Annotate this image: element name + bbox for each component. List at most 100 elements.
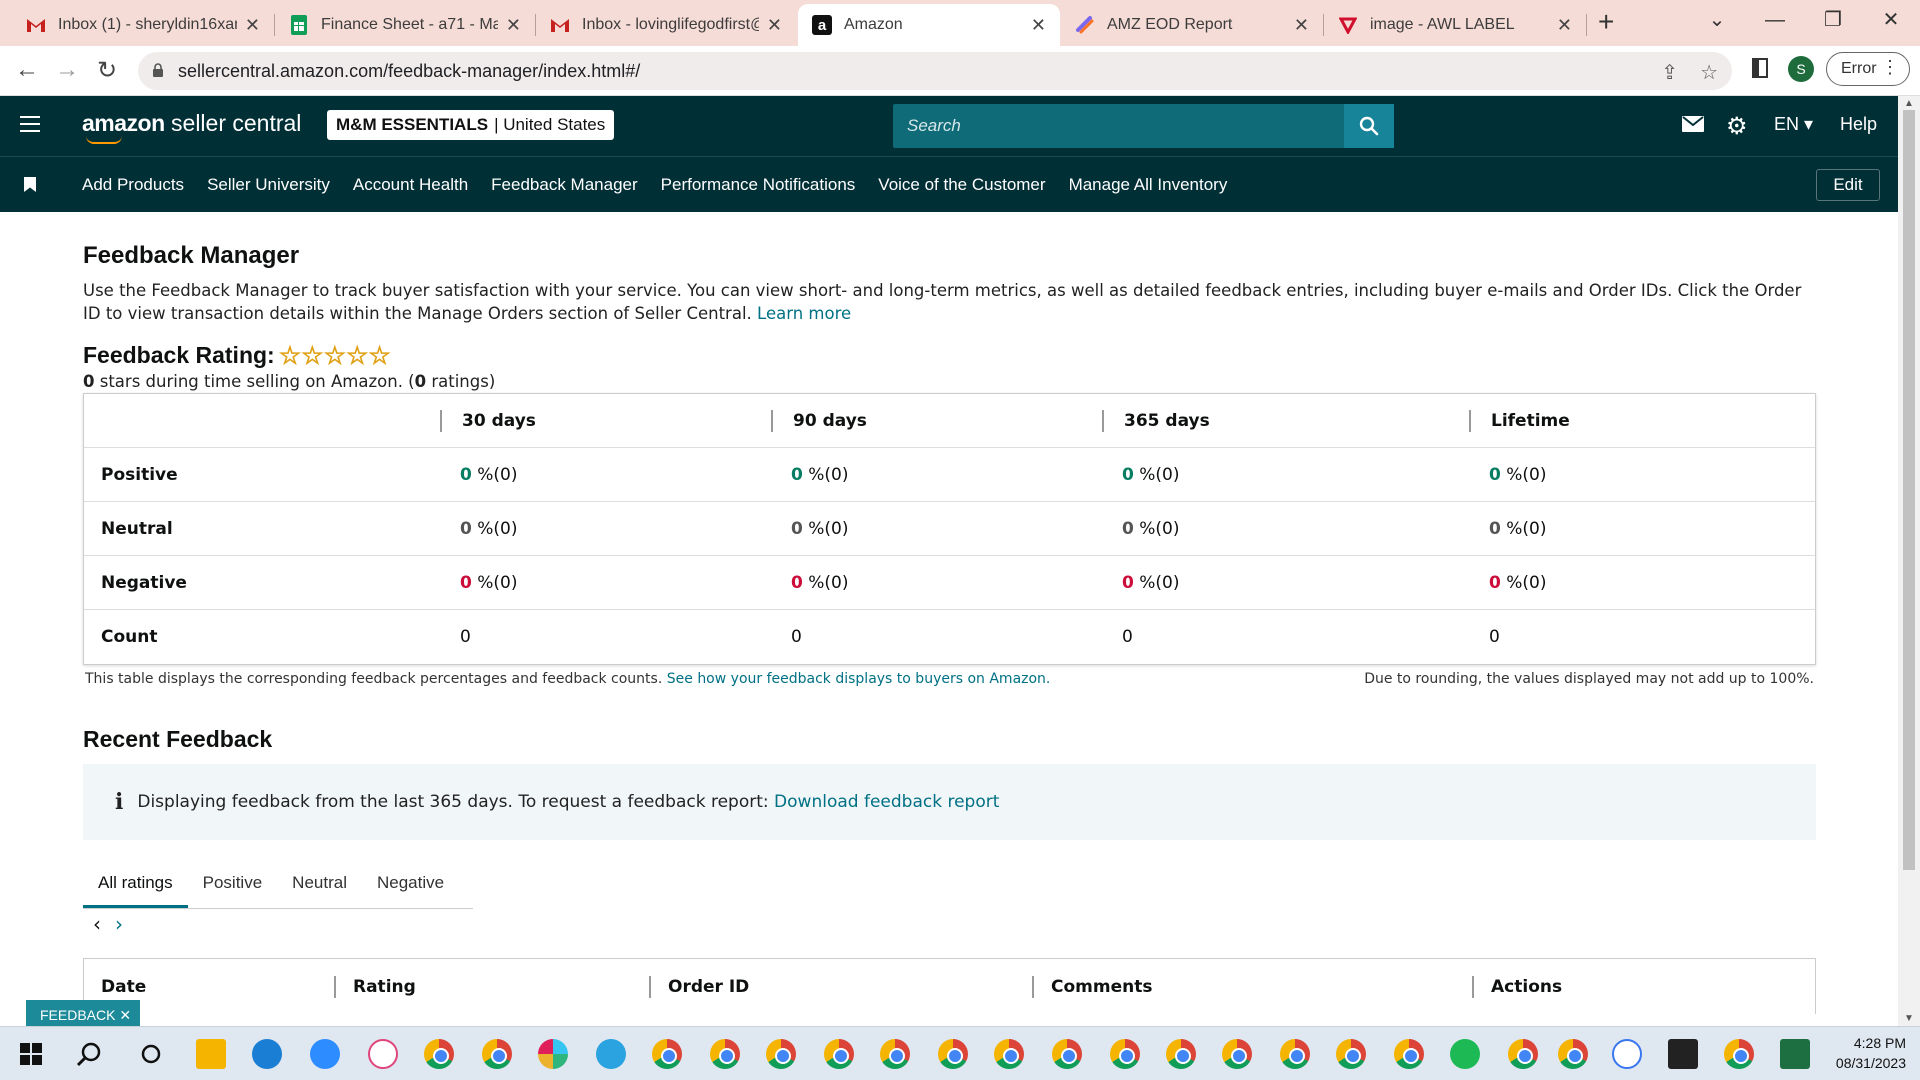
reload-icon[interactable]: ↻: [92, 56, 122, 85]
more-menu-icon[interactable]: ⋮: [1881, 57, 1899, 78]
browser-tab-amazon[interactable]: a Amazon ✕: [798, 4, 1060, 46]
chrome-icon[interactable]: [766, 1039, 796, 1069]
chrome-icon[interactable]: [1052, 1039, 1082, 1069]
windows-taskbar: 4:28 PM 08/31/2023: [0, 1026, 1920, 1080]
url-bar[interactable]: sellercentral.amazon.com/feedback-manage…: [138, 52, 1732, 90]
snipping-tool-icon[interactable]: [368, 1039, 398, 1069]
gear-icon[interactable]: ⚙: [1726, 112, 1748, 141]
chrome-icon[interactable]: [652, 1039, 682, 1069]
close-icon[interactable]: ✕: [506, 15, 521, 36]
nav-performance-notifications[interactable]: Performance Notifications: [661, 175, 856, 195]
close-icon[interactable]: ✕: [1557, 15, 1572, 36]
chrome-icon[interactable]: [482, 1039, 512, 1069]
bookmark-star-icon[interactable]: ☆: [1700, 60, 1718, 85]
page-description: Use the Feedback Manager to track buyer …: [83, 281, 1802, 323]
nav-manage-inventory[interactable]: Manage All Inventory: [1069, 175, 1228, 195]
search-button[interactable]: [1344, 104, 1394, 148]
system-clock[interactable]: 4:28 PM 08/31/2023: [1836, 1033, 1906, 1073]
close-icon[interactable]: ✕: [1294, 15, 1309, 36]
language-selector[interactable]: EN ▾: [1774, 114, 1813, 135]
new-tab-button[interactable]: +: [1598, 6, 1614, 38]
store-selector[interactable]: M&M ESSENTIALS | United States: [327, 110, 615, 140]
mail-icon[interactable]: [1682, 116, 1704, 137]
chrome-icon[interactable]: [1110, 1039, 1140, 1069]
scroll-down-icon[interactable]: ▼: [1904, 1013, 1914, 1024]
download-report-link[interactable]: Download feedback report: [774, 792, 999, 812]
excel-icon[interactable]: [1780, 1039, 1810, 1069]
browser-tab-awl-label[interactable]: image - AWL LABEL ✕: [1324, 4, 1586, 46]
scrollbar-thumb[interactable]: [1903, 110, 1915, 870]
window-close-icon[interactable]: ✕: [1862, 0, 1920, 40]
spotify-icon[interactable]: [1450, 1039, 1480, 1069]
chrome-icon[interactable]: [1558, 1039, 1588, 1069]
chrome-icon[interactable]: [1724, 1039, 1754, 1069]
minimize-icon[interactable]: —: [1746, 0, 1804, 40]
learn-more-link[interactable]: Learn more: [757, 304, 851, 323]
browser-tab-gmail-1[interactable]: Inbox (1) - sheryldin16xama ✕: [12, 4, 274, 46]
close-icon[interactable]: ✕: [119, 1007, 131, 1024]
chrome-icon[interactable]: [994, 1039, 1024, 1069]
search-icon[interactable]: [76, 1041, 102, 1067]
column-header-order-id: Order ID: [649, 975, 1032, 998]
browser-tab-finance-sheet[interactable]: Finance Sheet - a71 - Matt ✕: [275, 4, 535, 46]
telegram-icon[interactable]: [596, 1039, 626, 1069]
nav-seller-university[interactable]: Seller University: [207, 175, 330, 195]
column-header: Lifetime: [1469, 409, 1815, 432]
scroll-up-icon[interactable]: ▲: [1904, 98, 1914, 109]
signal-icon[interactable]: [1612, 1039, 1642, 1069]
side-panel-icon[interactable]: [1752, 58, 1768, 78]
chrome-icon[interactable]: [880, 1039, 910, 1069]
tab-all-ratings[interactable]: All ratings: [83, 857, 188, 908]
gmail-icon: [550, 15, 570, 35]
zoom-icon[interactable]: [310, 1039, 340, 1069]
file-explorer-icon[interactable]: [196, 1039, 226, 1069]
bookmark-icon[interactable]: [24, 177, 36, 192]
seller-central-nav: Add Products Seller University Account H…: [0, 156, 1898, 212]
chrome-icon[interactable]: [1166, 1039, 1196, 1069]
chrome-icon[interactable]: [710, 1039, 740, 1069]
nav-add-products[interactable]: Add Products: [82, 175, 184, 195]
task-view-icon[interactable]: [140, 1043, 162, 1065]
chrome-icon[interactable]: [1222, 1039, 1252, 1069]
error-button[interactable]: Error ⋮: [1826, 52, 1910, 86]
tab-positive[interactable]: Positive: [188, 857, 278, 908]
chrome-icon[interactable]: [1394, 1039, 1424, 1069]
sticky-notes-icon[interactable]: [1668, 1039, 1698, 1069]
browser-tab-amz-eod[interactable]: AMZ EOD Report ✕: [1061, 4, 1323, 46]
slack-icon[interactable]: [538, 1039, 568, 1069]
nav-voice-of-customer[interactable]: Voice of the Customer: [878, 175, 1045, 195]
recent-feedback-table-header: Date Rating Order ID Comments Actions: [83, 958, 1816, 1014]
nav-account-health[interactable]: Account Health: [353, 175, 468, 195]
help-link[interactable]: Help: [1840, 114, 1877, 135]
share-icon[interactable]: ⇪: [1661, 60, 1678, 85]
chrome-icon[interactable]: [1508, 1039, 1538, 1069]
feedback-display-link[interactable]: See how your feedback displays to buyers…: [667, 671, 1051, 687]
profile-avatar[interactable]: S: [1788, 56, 1814, 82]
close-icon[interactable]: ✕: [767, 15, 782, 36]
windows-start-icon[interactable]: [20, 1043, 42, 1065]
tab-search-icon[interactable]: ⌄: [1688, 0, 1746, 40]
close-icon[interactable]: ✕: [245, 15, 260, 36]
hamburger-menu-icon[interactable]: [20, 116, 40, 132]
chrome-icon[interactable]: [824, 1039, 854, 1069]
chrome-icon[interactable]: [938, 1039, 968, 1069]
tab-neutral[interactable]: Neutral: [277, 857, 362, 908]
forward-arrow-icon[interactable]: →: [52, 56, 82, 84]
back-arrow-icon[interactable]: ←: [12, 56, 42, 84]
chrome-icon[interactable]: [1280, 1039, 1310, 1069]
edge-icon[interactable]: [252, 1039, 282, 1069]
chrome-icon[interactable]: [424, 1039, 454, 1069]
chevron-right-icon[interactable]: ›: [115, 912, 123, 936]
page-scrollbar[interactable]: ▲ ▼: [1898, 96, 1920, 1026]
chrome-icon[interactable]: [1336, 1039, 1366, 1069]
tab-negative[interactable]: Negative: [362, 857, 459, 908]
edit-nav-button[interactable]: Edit: [1816, 169, 1880, 201]
maximize-icon[interactable]: ❐: [1804, 0, 1862, 40]
chevron-left-icon[interactable]: ‹: [93, 912, 101, 936]
sheets-icon: [289, 15, 309, 35]
search-input[interactable]: Search: [893, 104, 1393, 148]
seller-central-logo[interactable]: amazon seller central: [82, 110, 301, 144]
nav-feedback-manager[interactable]: Feedback Manager: [491, 175, 637, 195]
close-icon[interactable]: ✕: [1031, 15, 1046, 36]
browser-tab-gmail-2[interactable]: Inbox - lovinglifegodfirst@ ✕: [536, 4, 796, 46]
